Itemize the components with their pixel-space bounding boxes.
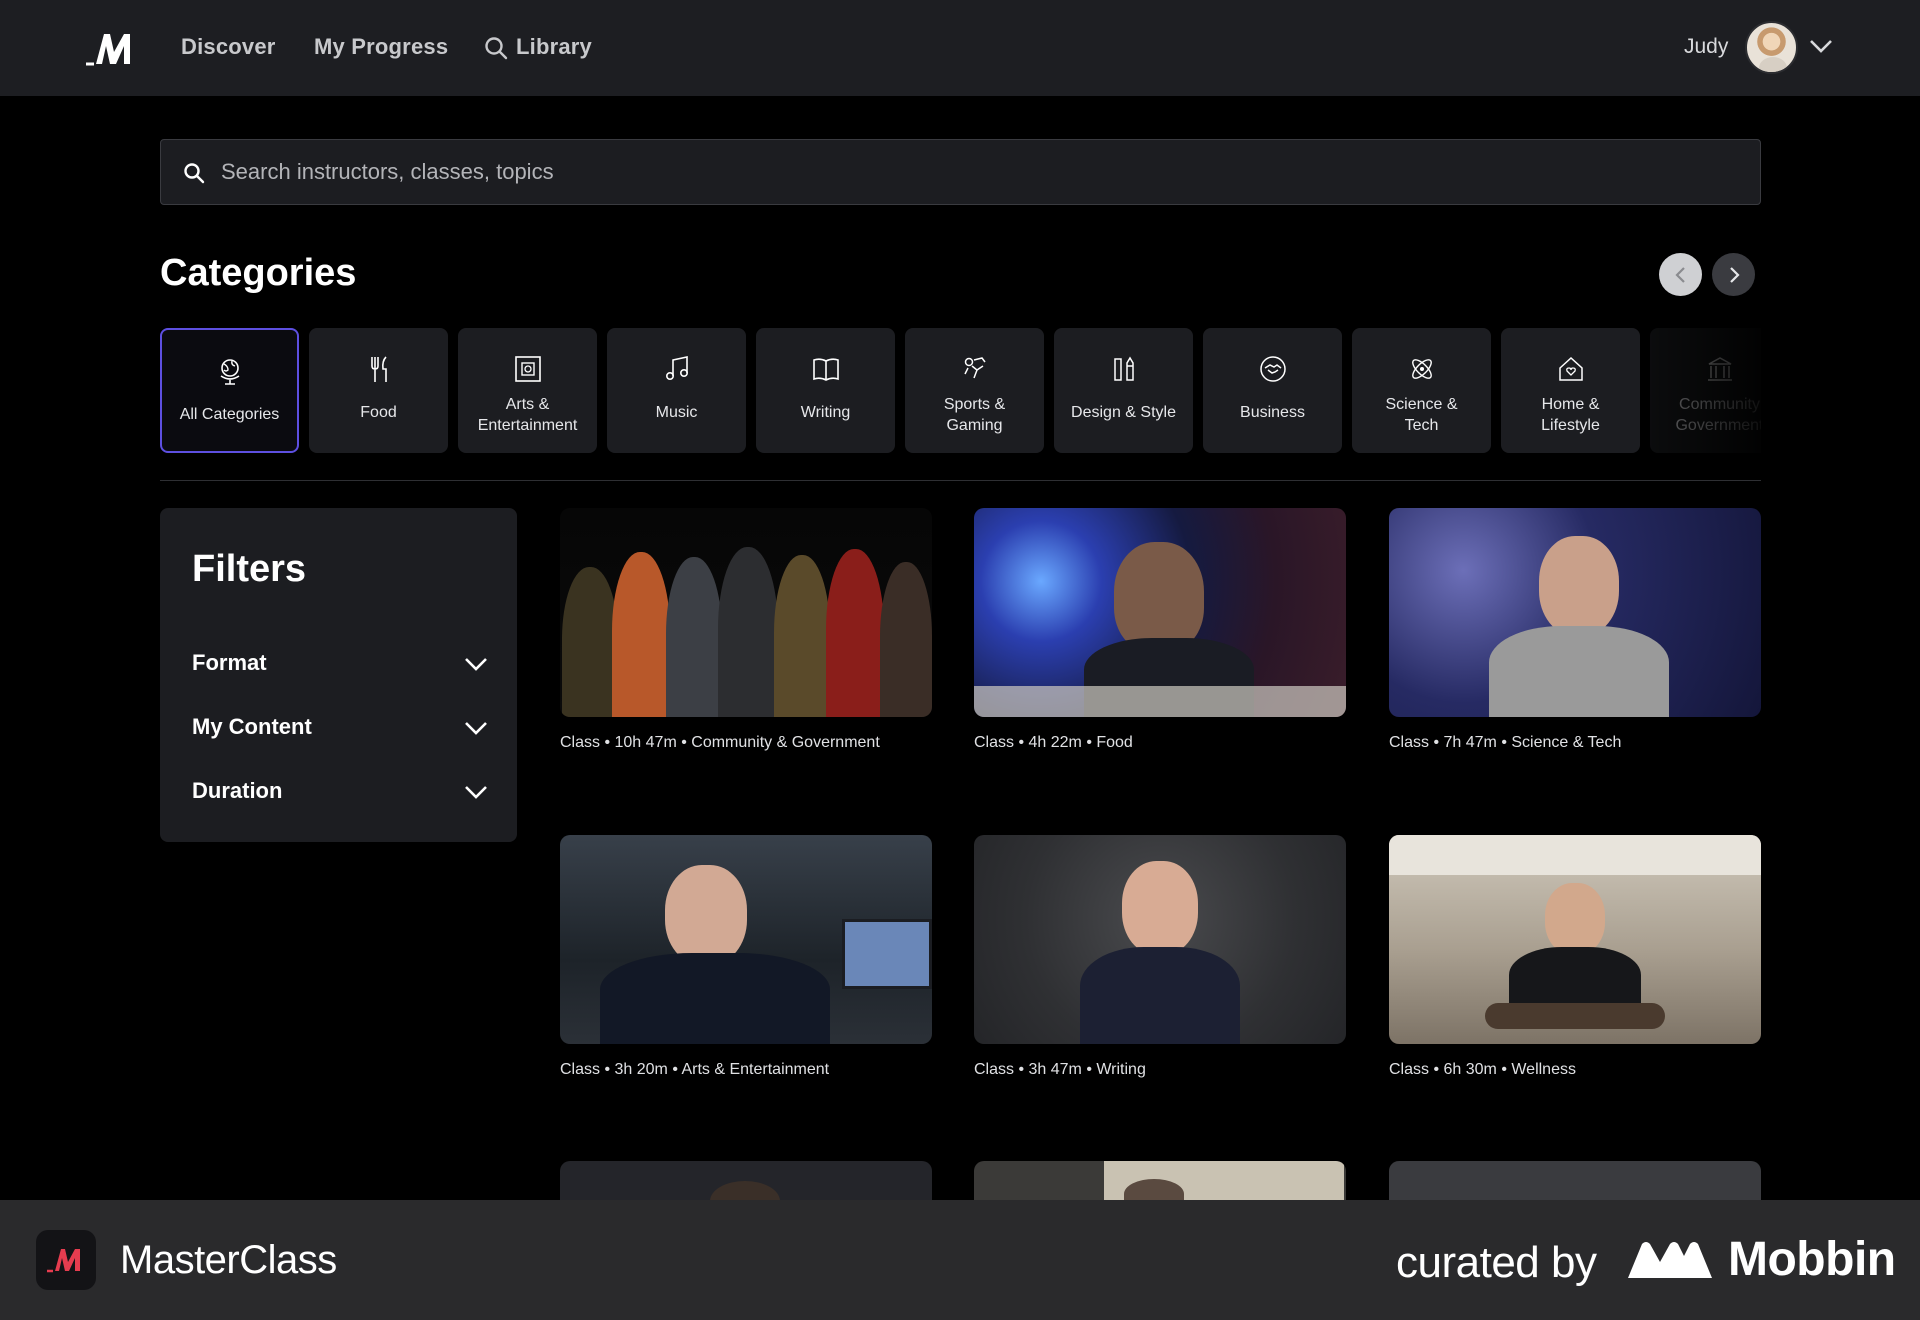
categories-next-button[interactable] xyxy=(1712,253,1755,296)
chevron-left-icon xyxy=(1674,266,1685,283)
class-thumbnail-partial[interactable] xyxy=(1389,1161,1761,1201)
category-design-style[interactable]: Design & Style xyxy=(1054,328,1193,453)
chevron-down-icon xyxy=(465,722,487,735)
category-carousel: All Categories Food Arts & Entertainment… xyxy=(160,328,1761,454)
chevron-down-icon xyxy=(465,786,487,799)
class-thumbnail[interactable] xyxy=(560,835,932,1044)
avatar[interactable] xyxy=(1745,21,1798,74)
filters-panel: Filters Format My Content Duration xyxy=(160,508,517,842)
category-sports-gaming[interactable]: Sports & Gaming xyxy=(905,328,1044,453)
government-building-icon xyxy=(1707,357,1732,381)
category-writing[interactable]: Writing xyxy=(756,328,895,453)
sports-icon xyxy=(963,357,986,379)
class-thumbnail[interactable] xyxy=(1389,835,1761,1044)
category-label: Arts & Entertainment xyxy=(477,396,578,434)
category-label: Design & Style xyxy=(1071,404,1176,421)
nav-discover[interactable]: Discover xyxy=(181,34,276,60)
mobbin-wordmark: Mobbin xyxy=(1728,1233,1896,1286)
search-icon xyxy=(184,163,205,184)
class-meta: Class • 6h 30m • Wellness xyxy=(1389,1061,1576,1078)
class-thumbnail-partial[interactable] xyxy=(974,1161,1346,1201)
filters-heading: Filters xyxy=(192,548,307,590)
filter-my-content[interactable]: My Content xyxy=(192,708,489,748)
chevron-down-icon[interactable] xyxy=(1808,36,1834,56)
open-book-icon xyxy=(812,358,839,381)
user-name[interactable]: Judy xyxy=(1684,35,1728,59)
class-meta: Class • 7h 47m • Science & Tech xyxy=(1389,734,1622,751)
masterclass-app-icon xyxy=(36,1230,96,1290)
design-tools-icon xyxy=(1113,356,1134,381)
class-card[interactable]: Class • 10h 47m • Community & Government xyxy=(560,508,932,752)
chevron-down-icon xyxy=(465,658,487,671)
category-label: Writing xyxy=(800,404,851,421)
class-card[interactable]: Class • 3h 47m • Writing xyxy=(974,835,1346,1079)
footer-bar: MasterClass curated by Mobbin xyxy=(0,1200,1920,1320)
music-note-icon xyxy=(665,356,688,380)
category-label: Sports & Gaming xyxy=(943,396,1006,434)
category-arts-entertainment[interactable]: Arts & Entertainment xyxy=(458,328,597,453)
filter-format[interactable]: Format xyxy=(192,644,489,684)
masterclass-logo-icon[interactable] xyxy=(84,30,140,66)
category-label: Community Government xyxy=(1675,396,1761,434)
class-card[interactable]: Class • 3h 20m • Arts & Entertainment xyxy=(560,835,932,1079)
class-thumbnail[interactable] xyxy=(974,508,1346,717)
search-input[interactable] xyxy=(221,140,1721,204)
filter-label: Duration xyxy=(192,778,283,803)
class-card[interactable]: Class • 7h 47m • Science & Tech xyxy=(1389,508,1761,752)
fork-knife-icon xyxy=(370,356,387,382)
class-meta: Class • 3h 20m • Arts & Entertainment xyxy=(560,1061,830,1078)
category-business[interactable]: Business xyxy=(1203,328,1342,453)
category-home-lifestyle[interactable]: Home & Lifestyle xyxy=(1501,328,1640,453)
category-all-categories[interactable]: All Categories xyxy=(160,328,299,453)
filter-duration[interactable]: Duration xyxy=(192,772,489,812)
nav-library[interactable]: Library xyxy=(516,34,592,60)
search-bar[interactable] xyxy=(160,139,1761,205)
category-label: Business xyxy=(1240,404,1305,421)
mobbin-logo-icon xyxy=(1628,1242,1712,1278)
category-community-government[interactable]: Community Government xyxy=(1650,328,1761,453)
film-frame-icon xyxy=(514,356,541,382)
globe-icon xyxy=(220,359,239,385)
home-heart-icon xyxy=(1558,356,1583,381)
class-card[interactable]: Class • 4h 22m • Food xyxy=(974,508,1346,752)
handshake-icon xyxy=(1259,356,1286,382)
class-thumbnail[interactable] xyxy=(1389,508,1761,717)
category-label: Food xyxy=(360,404,397,421)
category-science-tech[interactable]: Science & Tech xyxy=(1352,328,1491,453)
app-name: MasterClass xyxy=(120,1238,337,1282)
category-label: Music xyxy=(655,404,698,421)
class-meta: Class • 10h 47m • Community & Government xyxy=(560,734,880,751)
chevron-right-icon xyxy=(1729,266,1740,283)
atom-icon xyxy=(1411,359,1432,379)
category-music[interactable]: Music xyxy=(607,328,746,453)
divider xyxy=(160,480,1761,481)
category-label: Home & Lifestyle xyxy=(1541,396,1600,434)
curated-by-label: curated by xyxy=(1396,1238,1597,1287)
class-meta: Class • 3h 47m • Writing xyxy=(974,1061,1146,1078)
filter-label: My Content xyxy=(192,714,312,739)
masterclass-logo-icon xyxy=(47,1249,80,1273)
nav-my-progress[interactable]: My Progress xyxy=(314,34,448,60)
category-label: All Categories xyxy=(179,406,280,423)
search-icon[interactable] xyxy=(484,36,508,60)
categories-heading: Categories xyxy=(160,252,357,294)
category-label: Science & Tech xyxy=(1385,396,1458,434)
class-card[interactable]: Class • 6h 30m • Wellness xyxy=(1389,835,1761,1079)
top-nav: Discover My Progress Library Judy xyxy=(0,0,1920,96)
class-thumbnail-partial[interactable] xyxy=(560,1161,932,1201)
filter-label: Format xyxy=(192,650,267,675)
category-food[interactable]: Food xyxy=(309,328,448,453)
class-thumbnail[interactable] xyxy=(560,508,932,717)
class-meta: Class • 4h 22m • Food xyxy=(974,734,1133,751)
categories-prev-button[interactable] xyxy=(1659,253,1702,296)
class-thumbnail[interactable] xyxy=(974,835,1346,1044)
